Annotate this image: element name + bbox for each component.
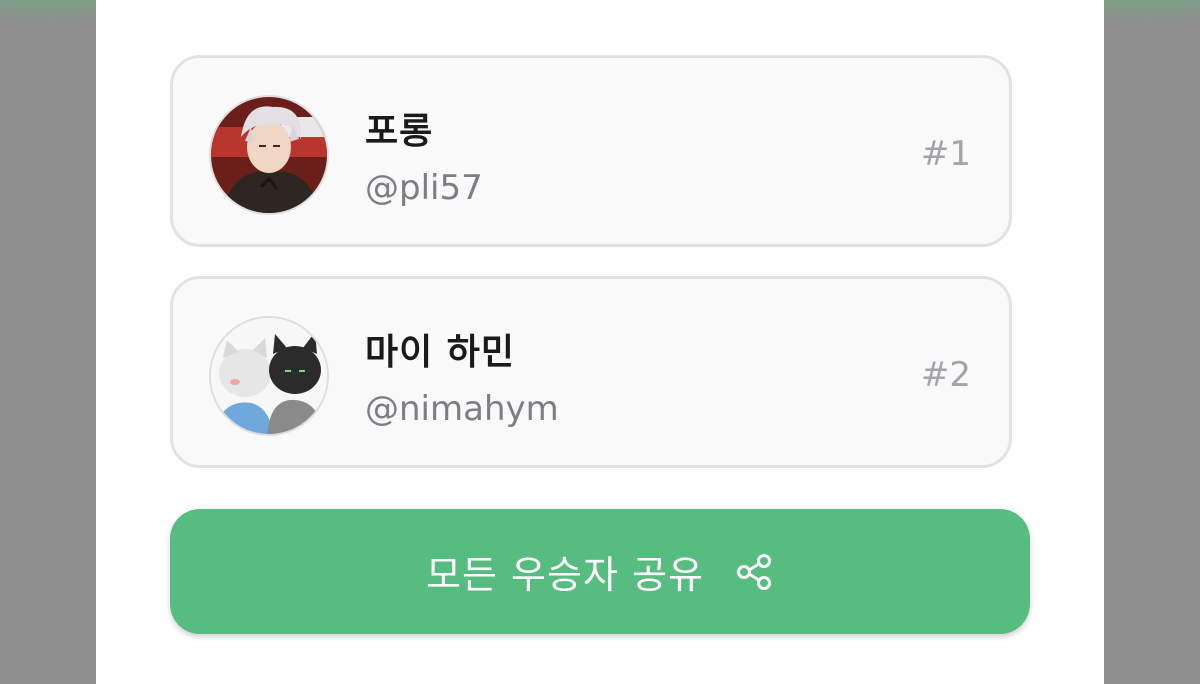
avatar [209, 316, 329, 436]
share-icon [734, 552, 774, 592]
share-all-winners-button[interactable]: 모든 우승자 공유 [170, 509, 1030, 634]
share-button-label: 모든 우승자 공유 [426, 553, 704, 597]
winner-handle: @nimahym [365, 389, 559, 429]
winners-modal: 포롱 @pli57 #1 마이 하민 @nimahym #2 모든 우승자 공유 [96, 0, 1104, 684]
avatar [209, 95, 329, 215]
winner-card-1[interactable]: 포롱 @pli57 #1 [170, 55, 1012, 247]
winner-rank: #2 [920, 355, 971, 395]
winner-handle: @pli57 [365, 168, 483, 208]
winner-card-2[interactable]: 마이 하민 @nimahym #2 [170, 276, 1012, 468]
winner-name: 마이 하민 [365, 332, 516, 373]
winner-rank: #1 [920, 134, 971, 174]
winner-name: 포롱 [365, 111, 434, 152]
